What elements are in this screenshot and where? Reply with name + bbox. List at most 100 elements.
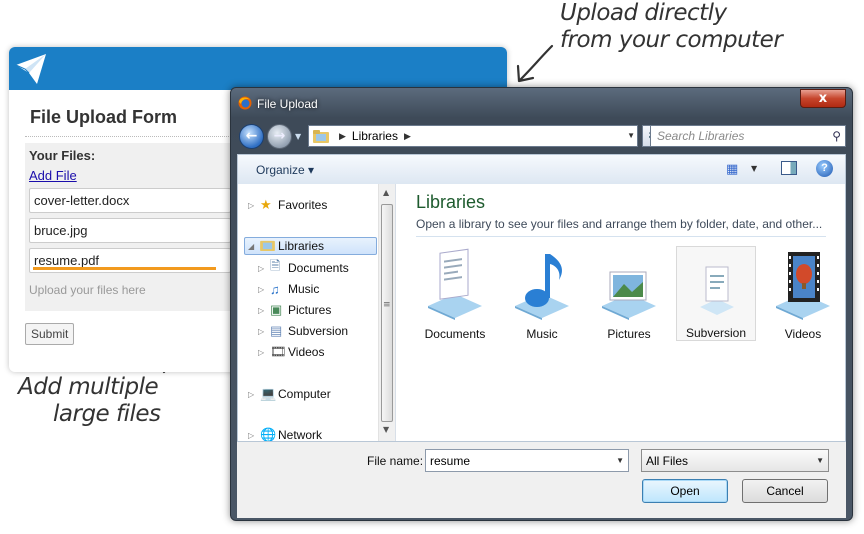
- file-upload-dialog: File Upload x ← → ▼ ▶ Libraries ▶ ▼ ⇄ Se…: [230, 87, 853, 521]
- breadcrumb-chevron-icon: ▶: [339, 130, 346, 141]
- scrollbar-thumb[interactable]: [381, 204, 393, 422]
- expand-icon[interactable]: ▷: [258, 285, 270, 294]
- file-name-dropdown-icon[interactable]: ▼: [616, 456, 624, 465]
- expand-icon[interactable]: ▷: [258, 306, 270, 315]
- file-name-input[interactable]: resume ▼: [425, 449, 629, 472]
- nav-label: Videos: [288, 345, 325, 359]
- subversion-library-icon: [700, 266, 734, 315]
- documents-icon: 🗎: [270, 258, 281, 273]
- recent-pages-dropdown-icon[interactable]: ▼: [295, 132, 301, 141]
- files-panel: Your Files: Add File cover-letter.docx b…: [25, 143, 235, 311]
- submit-button[interactable]: Submit: [25, 323, 75, 345]
- divider: [416, 236, 826, 237]
- breadcrumb-libraries[interactable]: Libraries: [352, 129, 398, 143]
- collapse-icon[interactable]: ◢: [248, 242, 260, 251]
- library-videos[interactable]: Videos: [763, 246, 843, 341]
- open-button[interactable]: Open: [642, 479, 728, 503]
- documents-library-icon: [428, 248, 482, 320]
- music-library-icon: [515, 254, 569, 320]
- close-button[interactable]: x: [800, 89, 846, 108]
- scroll-up-icon[interactable]: ▲: [383, 188, 389, 197]
- annotation-line: from your computer: [560, 27, 783, 53]
- file-type-dropdown-icon[interactable]: ▼: [816, 456, 824, 465]
- add-file-link[interactable]: Add File: [29, 168, 231, 183]
- help-icon[interactable]: ?: [816, 160, 833, 177]
- videos-library-icon: [776, 252, 830, 320]
- nav-item-pictures[interactable]: ▷ ▣ Pictures: [258, 301, 331, 319]
- nav-item-libraries[interactable]: ◢ Libraries: [244, 237, 377, 255]
- nav-item-favorites[interactable]: ▷ ★ Favorites: [248, 196, 327, 214]
- organize-label: Organize: [256, 163, 305, 177]
- breadcrumb-chevron-icon: ▶: [403, 130, 411, 141]
- nav-label: Libraries: [278, 239, 325, 253]
- back-button[interactable]: ←: [239, 124, 264, 149]
- file-name: resume.pdf: [34, 253, 100, 268]
- scroll-down-icon[interactable]: ▼: [383, 425, 389, 434]
- star-icon: ★: [260, 197, 272, 212]
- pictures-library-icon: [602, 271, 656, 320]
- cancel-button[interactable]: Cancel: [742, 479, 828, 503]
- file-entry[interactable]: resume.pdf: [29, 248, 231, 273]
- file-type-select[interactable]: All Files ▼: [641, 449, 829, 472]
- search-icon[interactable]: ⚲: [832, 129, 841, 143]
- expand-icon[interactable]: ▷: [258, 264, 270, 273]
- libraries-heading: Libraries: [416, 192, 486, 212]
- library-subversion[interactable]: Subversion: [676, 246, 756, 341]
- file-name: bruce.jpg: [34, 223, 88, 238]
- dialog-title: File Upload: [257, 97, 318, 111]
- command-toolbar: Organize ▾ ▦ ▼ ?: [237, 154, 846, 184]
- dialog-titlebar[interactable]: File Upload x: [231, 88, 852, 118]
- library-music[interactable]: Music: [502, 246, 582, 341]
- nav-item-videos[interactable]: ▷ 🎞 Videos: [258, 343, 324, 361]
- network-icon: 🌐: [260, 427, 277, 442]
- form-body: File Upload Form Your Files: Add File co…: [25, 107, 235, 345]
- nav-item-computer[interactable]: ▷ 💻 Computer: [248, 385, 331, 403]
- annotation-line: Add multiple: [18, 374, 159, 400]
- computer-icon: 💻: [260, 386, 277, 401]
- expand-icon[interactable]: ▷: [258, 327, 270, 336]
- annotation-line: Upload directly: [560, 0, 727, 26]
- organize-menu[interactable]: Organize ▾: [256, 163, 314, 177]
- address-dropdown-icon[interactable]: ▼: [627, 131, 635, 140]
- videos-icon: 🎞: [270, 344, 287, 359]
- nav-scrollbar[interactable]: ▲ ≡ ▼: [378, 184, 395, 441]
- address-bar[interactable]: ▶ Libraries ▶ ▼: [308, 125, 638, 147]
- view-dropdown-icon[interactable]: ▼: [751, 164, 757, 173]
- nav-label: Music: [288, 282, 320, 296]
- form-header: [9, 47, 507, 90]
- nav-item-music[interactable]: ▷ ♫ Music: [258, 280, 319, 298]
- upload-progress-bar: [33, 267, 216, 270]
- file-entry[interactable]: cover-letter.docx: [29, 188, 231, 213]
- upload-hint: Upload your files here: [29, 283, 146, 297]
- preview-pane-icon[interactable]: [781, 161, 797, 175]
- dialog-content: ▷ ★ Favorites ◢ Libraries ▷ 🗎 Documents …: [237, 184, 846, 442]
- libraries-folder-icon: [260, 239, 278, 254]
- nav-label: Pictures: [288, 303, 332, 317]
- file-name-label: File name:: [367, 454, 424, 468]
- libraries-description: Open a library to see your files and arr…: [416, 217, 823, 231]
- library-label: Music: [526, 327, 558, 341]
- file-entry[interactable]: bruce.jpg: [29, 218, 231, 243]
- nav-item-network[interactable]: ▷ 🌐 Network: [248, 426, 322, 442]
- change-view-icon[interactable]: ▦: [726, 162, 738, 177]
- subversion-icon: ▤: [270, 323, 283, 338]
- library-label: Videos: [784, 327, 822, 341]
- search-input[interactable]: Search Libraries ⚲: [650, 125, 846, 147]
- expand-icon[interactable]: ▷: [258, 348, 270, 357]
- navigation-pane: ▷ ★ Favorites ◢ Libraries ▷ 🗎 Documents …: [238, 184, 396, 442]
- search-placeholder: Search Libraries: [657, 129, 745, 143]
- expand-icon[interactable]: ▷: [248, 201, 260, 210]
- expand-icon[interactable]: ▷: [248, 431, 260, 440]
- forward-button[interactable]: →: [267, 124, 292, 149]
- nav-item-documents[interactable]: ▷ 🗎 Documents: [258, 258, 349, 277]
- expand-icon[interactable]: ▷: [248, 390, 260, 399]
- annotation-upload-directly: Upload directly from your computer: [560, 0, 783, 54]
- firefox-icon: [238, 96, 252, 110]
- nav-label: Documents: [288, 261, 349, 275]
- nav-item-subversion[interactable]: ▷ ▤ Subversion: [258, 322, 348, 340]
- library-pictures[interactable]: Pictures: [589, 246, 669, 341]
- paper-plane-logo-icon: [15, 54, 46, 84]
- library-label: Documents: [424, 327, 486, 341]
- navigation-bar: ← → ▼ ▶ Libraries ▶ ▼ ⇄ Search Libraries…: [237, 123, 846, 151]
- library-documents[interactable]: Documents: [415, 246, 495, 341]
